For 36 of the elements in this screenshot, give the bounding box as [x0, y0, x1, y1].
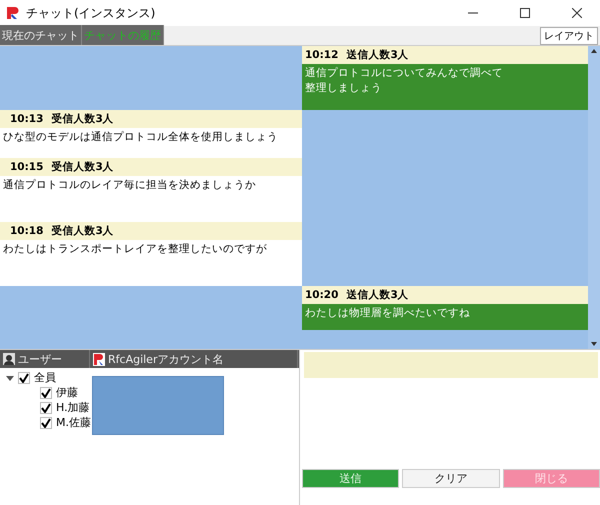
- message-text: わたしは物理層を調べたいですね: [305, 306, 471, 321]
- checkbox[interactable]: [40, 402, 52, 414]
- message-text: 通信プロトコルについてみんなで調べて: [305, 66, 504, 81]
- app-logo-icon: [6, 6, 20, 20]
- user-name: 伊藤: [56, 385, 78, 400]
- message-recipients: 送信人数3人: [346, 288, 409, 302]
- message-text: 整理しましょう: [305, 81, 383, 96]
- message-time: 10:15: [10, 161, 44, 173]
- checkbox[interactable]: [40, 386, 52, 398]
- message-text: 通信プロトコルのレイア毎に担当を決めましょうか: [3, 178, 257, 193]
- checkbox[interactable]: [40, 416, 52, 428]
- column-header: ユーザー: [18, 352, 62, 366]
- message-recipients: 送信人数3人: [346, 48, 409, 62]
- column-header: RfcAgilerアカウント名: [108, 352, 224, 366]
- user-name: M.佐藤: [56, 415, 91, 430]
- tab[interactable]: 現在のチャット: [0, 25, 82, 45]
- message-recipients: 受信人数3人: [51, 112, 114, 126]
- message-recipients: 受信人数3人: [51, 160, 114, 174]
- layout-button[interactable]: レイアウト: [540, 27, 598, 45]
- user-name: H.加藤: [56, 400, 90, 415]
- message-time: 10:18: [10, 225, 44, 237]
- message-input[interactable]: [304, 352, 598, 378]
- app-logo-icon: [93, 352, 105, 366]
- message-time: 10:13: [10, 113, 44, 125]
- send-button[interactable]: 送信: [302, 469, 400, 488]
- message-text: わたしはトランスポートレイアを整理したいのですが: [3, 242, 268, 257]
- message-text: ひな型のモデルは通信プロトコル全体を使用しましょう: [3, 130, 279, 145]
- checkbox[interactable]: [18, 372, 30, 384]
- window-title: チャット(インスタンス): [26, 4, 156, 22]
- message-time: 10:12: [305, 49, 338, 61]
- user-name: 全員: [34, 370, 56, 385]
- user-icon: [3, 353, 15, 365]
- expand-arrow-icon[interactable]: [6, 374, 14, 382]
- clear-button[interactable]: クリア: [402, 469, 500, 488]
- message-recipients: 受信人数3人: [51, 224, 114, 238]
- message-time: 10:20: [305, 289, 338, 301]
